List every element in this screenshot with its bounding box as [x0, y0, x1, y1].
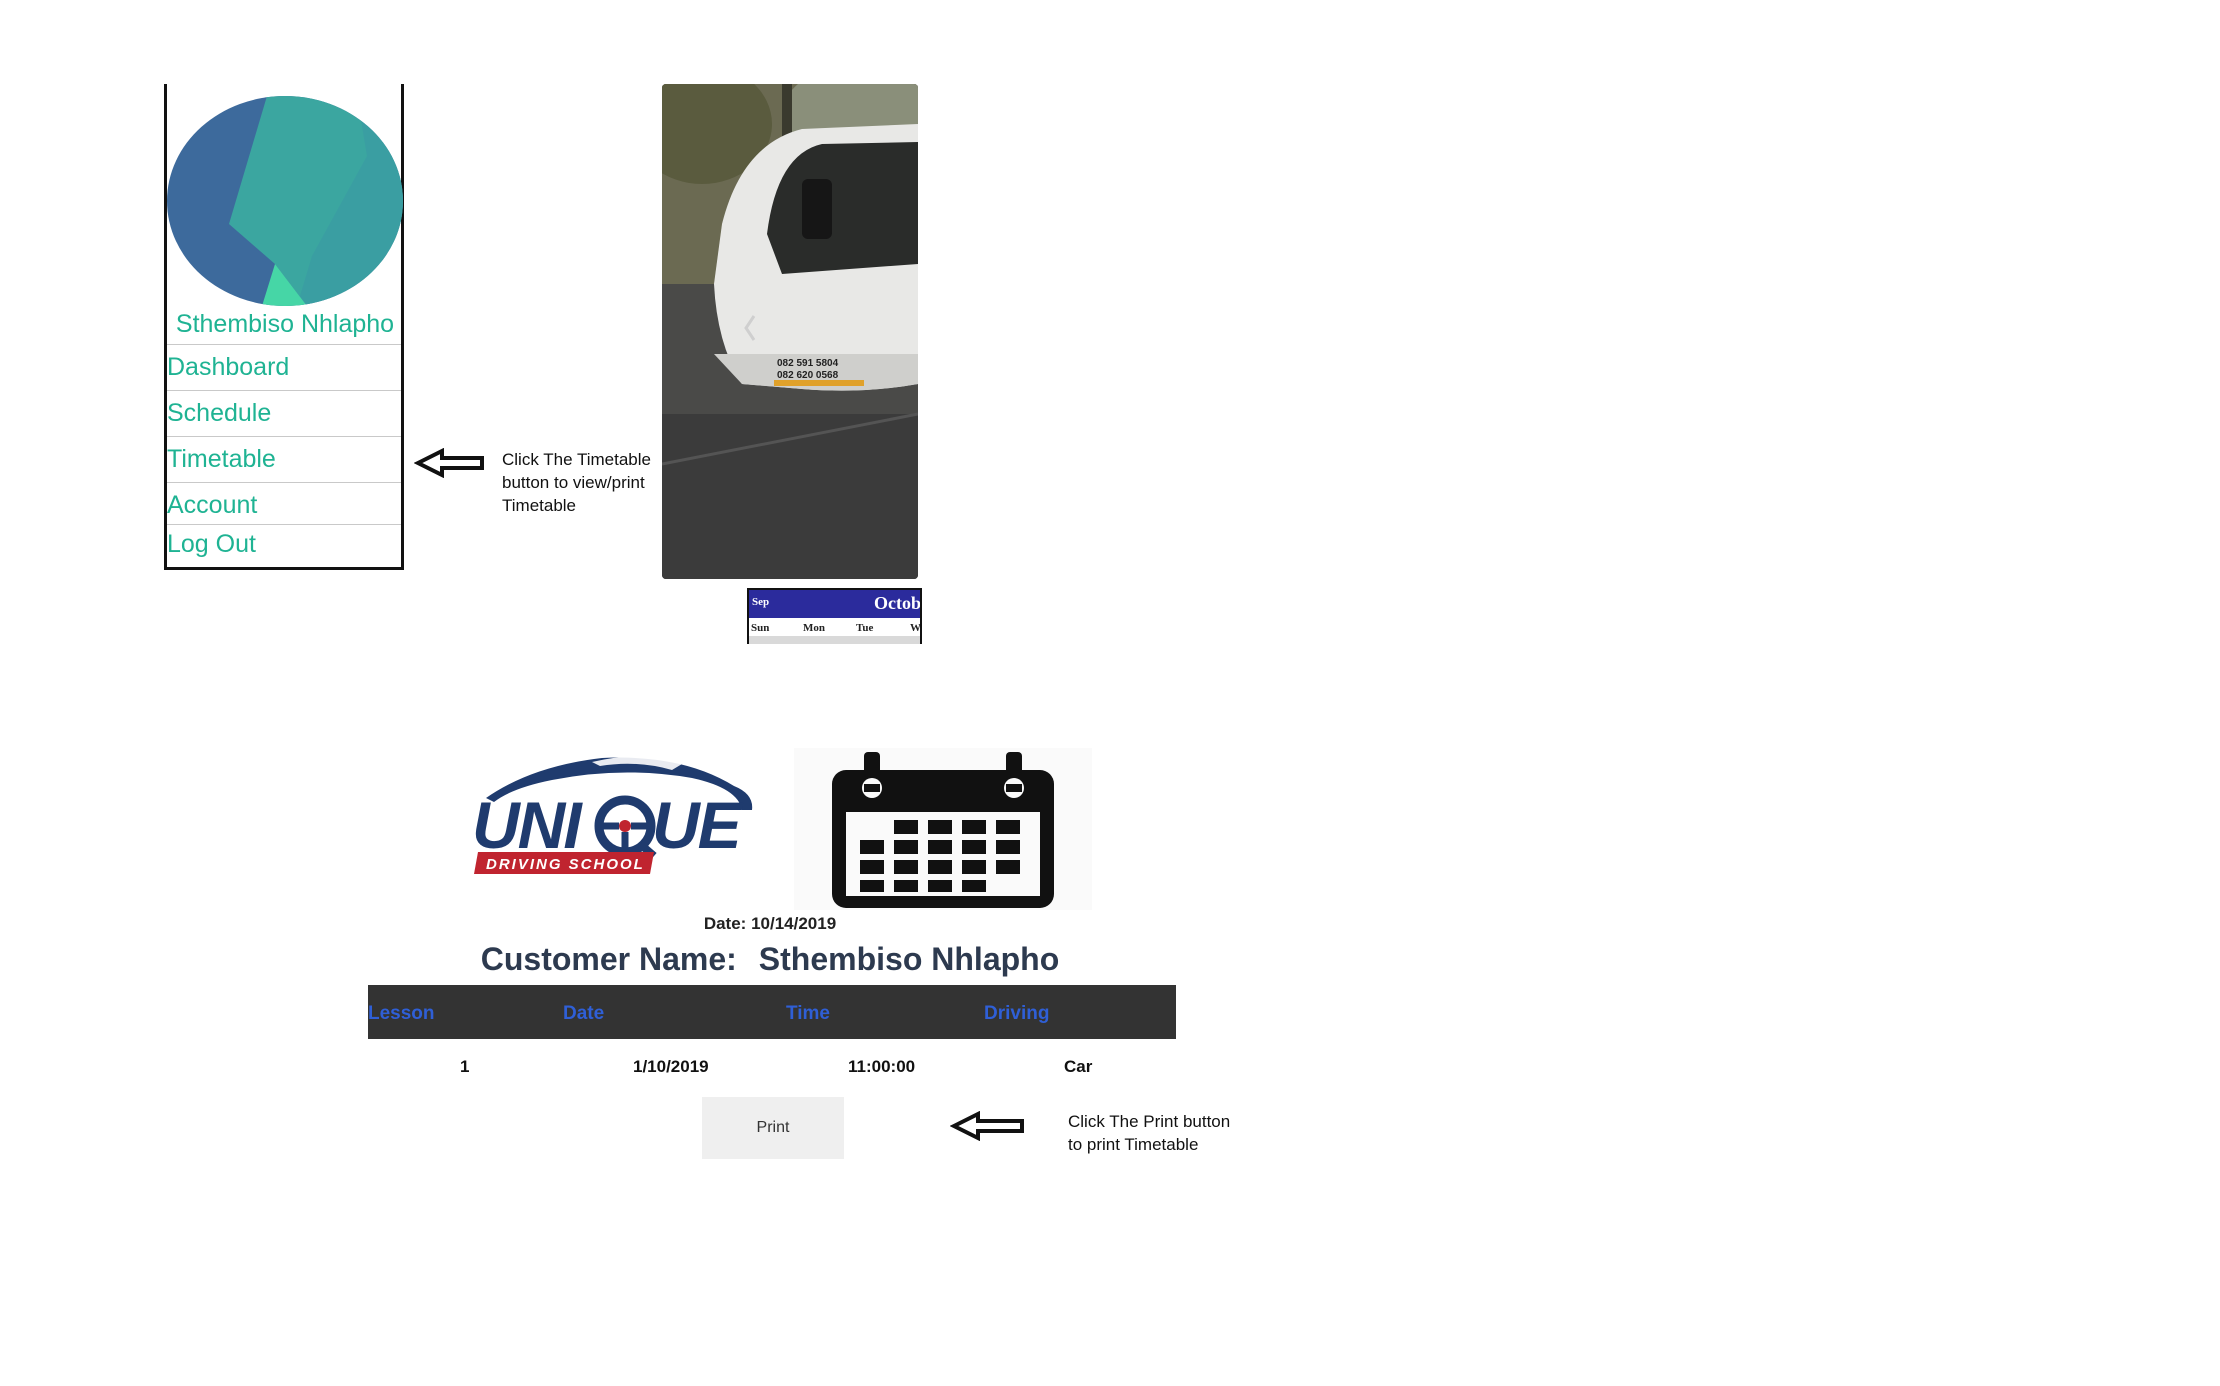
timetable-hint-line: button to view/print — [502, 473, 645, 492]
nav-schedule[interactable]: Schedule — [167, 390, 401, 436]
customer-name: Sthembiso Nhlapho — [758, 941, 1060, 977]
mini-calendar-row — [749, 636, 920, 644]
mini-calendar-day: Tue — [856, 622, 874, 634]
cell-lesson: 1 — [460, 1057, 470, 1076]
mini-calendar-month: October — [874, 593, 921, 613]
mini-calendar: Sep October Sun Mon Tue Wed — [747, 588, 922, 644]
mini-calendar-day: Wed — [910, 622, 921, 634]
date-line: Date: 10/14/2019 — [640, 914, 900, 934]
avatar — [167, 96, 403, 306]
mini-calendar-prev[interactable]: Sep — [752, 596, 769, 608]
calendar-icon — [794, 748, 1092, 910]
print-hint: Click The Print button to print Timetabl… — [1068, 1110, 1230, 1156]
date-label: Date: — [703, 914, 747, 933]
unique-driving-school-logo: UNI UE DRIVING SCHOOL — [472, 756, 753, 874]
mini-calendar-day: Sun — [751, 622, 770, 634]
svg-text:UE: UE — [652, 788, 744, 862]
column-header-lesson: Lesson — [368, 1003, 435, 1024]
column-header-time: Time — [786, 1003, 831, 1024]
phone-line-2: 082 620 0568 — [777, 370, 839, 381]
nav-account[interactable]: Account — [167, 482, 401, 528]
left-arrow-icon — [950, 1111, 1024, 1141]
svg-text:UNI: UNI — [472, 788, 583, 862]
timetable-hint: Click The Timetable button to view/print… — [502, 448, 651, 517]
cell-driving: Car — [1064, 1057, 1093, 1076]
customer-line: Customer Name: Sthembiso Nhlapho — [420, 941, 1120, 978]
left-arrow-icon — [414, 448, 484, 478]
print-button[interactable]: Print — [702, 1097, 844, 1159]
phone-line-1: 082 591 5804 — [777, 358, 839, 369]
timetable-hint-line: Click The Timetable — [502, 450, 651, 469]
nav-timetable[interactable]: Timetable — [167, 436, 401, 482]
sidebar: Sthembiso Nhlapho Dashboard Schedule Tim… — [164, 84, 404, 570]
cell-date: 1/10/2019 — [633, 1057, 709, 1076]
column-header-date: Date — [563, 1003, 605, 1024]
timetable-hint-line: Timetable — [502, 496, 577, 515]
timetable-header: Lesson Date Time Driving — [368, 985, 1176, 1039]
nav-dashboard[interactable]: Dashboard — [167, 344, 401, 390]
profile-name: Sthembiso Nhlapho — [175, 310, 395, 338]
nav-log-out[interactable]: Log Out — [167, 524, 401, 564]
column-header-driving: Driving — [984, 1003, 1050, 1024]
mini-calendar-header: Sep October — [749, 590, 920, 618]
date-value: 10/14/2019 — [751, 914, 837, 933]
customer-label: Customer Name: — [480, 941, 737, 977]
car-photo: 082 591 5804 082 620 0568 — [662, 84, 918, 579]
logo-tagline: DRIVING SCHOOL — [486, 856, 645, 873]
car-photo-image: 082 591 5804 082 620 0568 — [662, 84, 918, 579]
cell-time: 11:00:00 — [848, 1057, 916, 1076]
print-hint-line: to print Timetable — [1068, 1135, 1199, 1154]
print-hint-line: Click The Print button — [1068, 1112, 1231, 1131]
mini-calendar-day: Mon — [803, 622, 825, 634]
